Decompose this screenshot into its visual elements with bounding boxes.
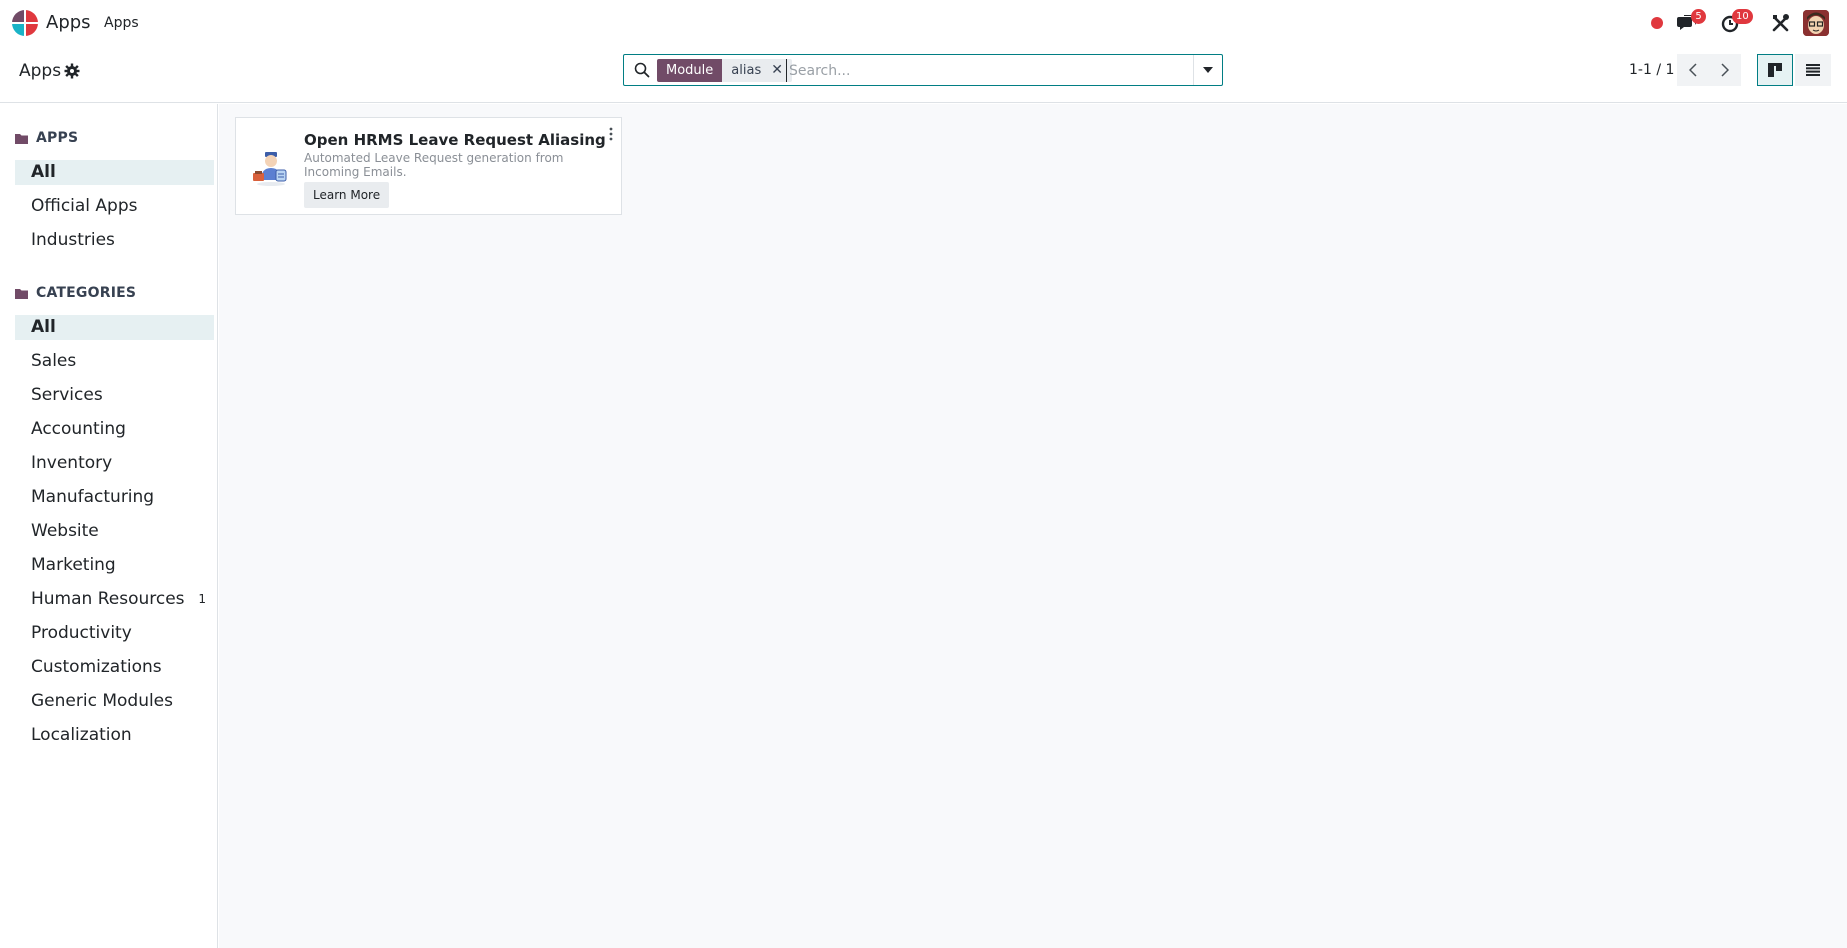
- sidebar-category-sales[interactable]: Sales: [15, 349, 214, 374]
- kebab-menu-icon[interactable]: [607, 127, 615, 141]
- debug-tools-button[interactable]: [1770, 12, 1794, 36]
- gear-icon[interactable]: [64, 63, 80, 79]
- facet-value-wrapper: alias ✕: [722, 59, 792, 82]
- pager-value[interactable]: 1-1 / 1: [1629, 62, 1674, 78]
- chevron-left-icon: [1689, 63, 1697, 77]
- sidebar-category-services[interactable]: Services: [15, 383, 214, 408]
- avatar-face-icon: [1803, 10, 1829, 36]
- chevron-right-icon: [1721, 63, 1729, 77]
- sidebar-category-productivity[interactable]: Productivity: [15, 621, 214, 646]
- search-input[interactable]: [786, 59, 1166, 82]
- search-bar: Module alias ✕: [623, 54, 1223, 86]
- user-avatar[interactable]: [1803, 10, 1829, 36]
- search-options-toggle[interactable]: [1193, 55, 1222, 85]
- module-title[interactable]: Open HRMS Leave Request Aliasing: [304, 131, 606, 149]
- list-icon: [1806, 64, 1820, 76]
- search-panel-sidebar: APPS All Official Apps Industries CATEGO…: [0, 104, 218, 948]
- menu-apps[interactable]: Apps: [104, 15, 139, 31]
- module-icon: [253, 152, 287, 186]
- pager-previous-button[interactable]: [1677, 54, 1709, 86]
- list-view-button[interactable]: [1795, 54, 1831, 86]
- facet-remove-icon[interactable]: ✕: [771, 59, 783, 82]
- messages-badge: 5: [1691, 9, 1706, 24]
- sidebar-category-customizations[interactable]: Customizations: [15, 655, 214, 680]
- sidebar-category-human-resources[interactable]: Human Resources 1: [15, 587, 214, 612]
- sidebar-item-label: Human Resources: [31, 589, 185, 609]
- apps-header-label: APPS: [36, 130, 79, 146]
- sidebar-category-manufacturing[interactable]: Manufacturing: [15, 485, 214, 510]
- caret-down-icon: [1203, 67, 1213, 73]
- sidebar-apps-industries[interactable]: Industries: [15, 228, 214, 253]
- top-navbar: Apps Apps 5 10: [0, 0, 1847, 47]
- sidebar-category-marketing[interactable]: Marketing: [15, 553, 214, 578]
- kanban-view-button[interactable]: [1757, 54, 1793, 86]
- control-panel: Apps Module alias ✕ Search... 1-1 / 1: [0, 47, 1847, 103]
- breadcrumb-title: Apps: [19, 61, 62, 81]
- sidebar-category-inventory[interactable]: Inventory: [15, 451, 214, 476]
- search-icon[interactable]: [634, 62, 650, 78]
- activities-button[interactable]: 10: [1720, 9, 1753, 36]
- sidebar-category-all[interactable]: All: [15, 315, 214, 340]
- categories-section-header: CATEGORIES: [15, 285, 136, 301]
- module-description: Automated Leave Request generation from …: [304, 151, 564, 179]
- sidebar-category-website[interactable]: Website: [15, 519, 214, 544]
- sidebar-category-accounting[interactable]: Accounting: [15, 417, 214, 442]
- learn-more-button[interactable]: Learn More: [304, 182, 390, 208]
- pager-next-button[interactable]: [1709, 54, 1741, 86]
- apps-section-header: APPS: [15, 130, 78, 146]
- kanban-view: Open HRMS Leave Request Aliasing Automat…: [219, 104, 1847, 948]
- category-count: 1: [198, 592, 206, 606]
- folder-icon: [15, 288, 28, 299]
- facet-label: Module: [657, 59, 723, 82]
- categories-header-label: CATEGORIES: [36, 285, 137, 301]
- odoo-logo-icon[interactable]: [12, 10, 38, 36]
- module-card[interactable]: Open HRMS Leave Request Aliasing Automat…: [235, 117, 622, 215]
- folder-icon: [15, 133, 28, 144]
- messages-button[interactable]: 5: [1676, 9, 1706, 36]
- facet-value: alias: [731, 63, 762, 78]
- kanban-icon: [1768, 63, 1782, 77]
- recording-status-icon[interactable]: [1651, 17, 1663, 29]
- sidebar-apps-all[interactable]: All: [15, 160, 214, 185]
- sidebar-category-localization[interactable]: Localization: [15, 723, 214, 748]
- search-facet: Module alias ✕: [657, 59, 792, 82]
- app-title[interactable]: Apps: [46, 12, 91, 33]
- sidebar-category-generic-modules[interactable]: Generic Modules: [15, 689, 214, 714]
- activities-badge: 10: [1732, 9, 1753, 24]
- sidebar-apps-official[interactable]: Official Apps: [15, 194, 214, 219]
- tools-icon: [1772, 14, 1789, 32]
